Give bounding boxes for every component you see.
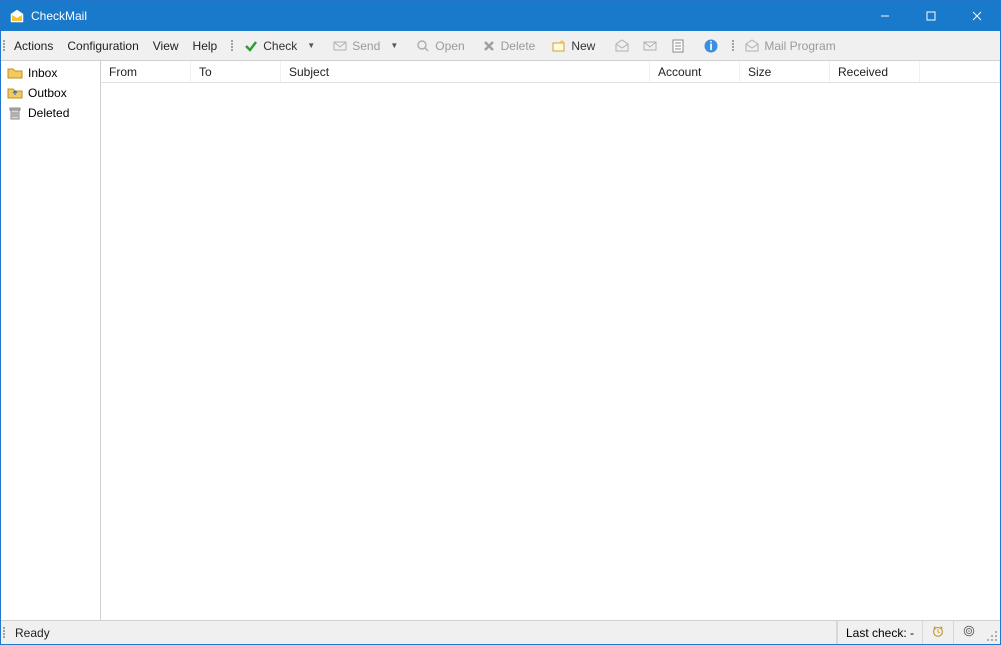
log-icon [670,38,686,54]
grip-icon[interactable] [730,40,736,51]
mail-program-label: Mail Program [764,39,835,53]
col-subject[interactable]: Subject [281,61,650,82]
send-icon [332,38,348,54]
outbox-icon [7,85,23,101]
status-last-check: Last check: - [837,621,922,644]
svg-text:i: i [710,39,713,53]
send-button[interactable]: Send [325,34,387,58]
menu-actions[interactable]: Actions [7,39,60,53]
send-dropdown[interactable]: ▼ [388,41,400,50]
col-extra[interactable] [920,61,1000,82]
folder-sidebar: Inbox Outbox Deleted [1,61,101,620]
col-account[interactable]: Account [650,61,740,82]
folder-outbox[interactable]: Outbox [1,83,100,103]
open-label: Open [435,39,464,53]
app-window: CheckMail Actions Configuration View Hel… [0,0,1001,645]
mail-unread-button[interactable] [637,34,663,58]
check-button[interactable]: Check [236,34,304,58]
menu-configuration[interactable]: Configuration [60,39,145,53]
mail-program-icon [744,38,760,54]
column-headers: From To Subject Account Size Received [101,61,1000,83]
close-button[interactable] [954,1,1000,31]
folder-label: Deleted [28,106,69,120]
last-check-label: Last check: - [846,626,914,640]
message-list: From To Subject Account Size Received [101,61,1000,620]
open-icon [415,38,431,54]
info-button[interactable]: i [698,34,724,58]
folder-label: Outbox [28,86,67,100]
menu-view[interactable]: View [146,39,186,53]
status-target-button[interactable] [953,621,984,644]
mail-open-icon [614,38,630,54]
message-list-body[interactable] [101,83,1000,620]
col-size[interactable]: Size [740,61,830,82]
statusbar: Ready Last check: - [1,620,1000,644]
check-dropdown[interactable]: ▼ [305,41,317,50]
menu-help[interactable]: Help [186,39,225,53]
inbox-icon [7,65,23,81]
mail-closed-icon [642,38,658,54]
app-icon [9,8,25,24]
status-text: Ready [7,621,837,644]
resize-grip[interactable] [984,621,1000,644]
deleted-icon [7,105,23,121]
delete-icon [481,38,497,54]
folder-inbox[interactable]: Inbox [1,63,100,83]
menubar-toolbar: Actions Configuration View Help Check ▼ … [1,31,1000,61]
check-label: Check [263,39,297,53]
mail-read-button[interactable] [609,34,635,58]
delete-label: Delete [501,39,536,53]
target-icon [962,624,976,641]
folder-deleted[interactable]: Deleted [1,103,100,123]
open-button[interactable]: Open [408,34,471,58]
check-icon [243,38,259,54]
minimize-button[interactable] [862,1,908,31]
col-to[interactable]: To [191,61,281,82]
grip-icon[interactable] [229,40,235,51]
clock-icon [931,624,945,641]
send-label: Send [352,39,380,53]
titlebar: CheckMail [1,1,1000,31]
info-icon: i [703,38,719,54]
new-label: New [571,39,595,53]
mail-program-button[interactable]: Mail Program [737,34,842,58]
col-received[interactable]: Received [830,61,920,82]
delete-button[interactable]: Delete [474,34,543,58]
new-button[interactable]: New [544,34,602,58]
main-area: Inbox Outbox Deleted From To Subject Acc… [1,61,1000,620]
col-from[interactable]: From [101,61,191,82]
new-icon [551,38,567,54]
folder-label: Inbox [28,66,57,80]
status-clock-button[interactable] [922,621,953,644]
log-button[interactable] [665,34,691,58]
app-title: CheckMail [31,9,87,23]
maximize-button[interactable] [908,1,954,31]
